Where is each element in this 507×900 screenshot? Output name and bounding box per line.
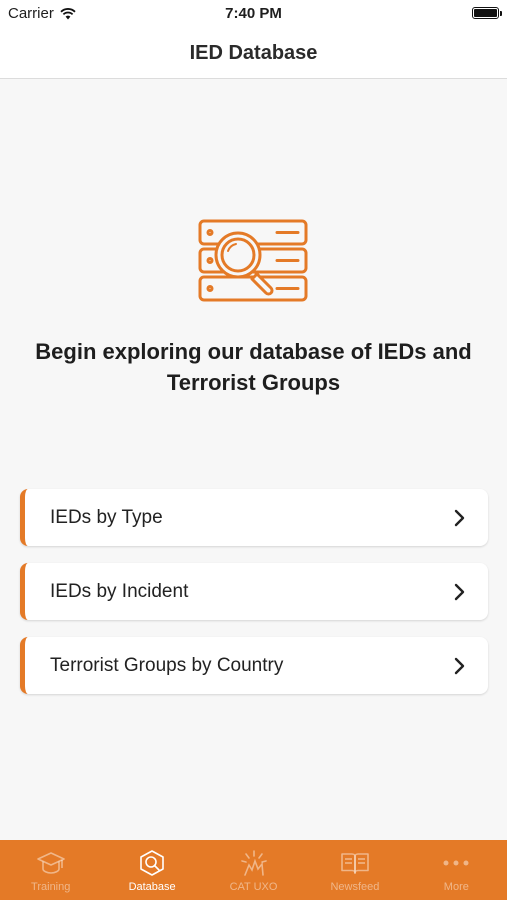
menu-item-label: IEDs by Incident — [50, 580, 189, 602]
tab-newsfeed[interactable]: Newsfeed — [304, 840, 405, 900]
menu-item-terrorist-groups-by-country[interactable]: Terrorist Groups by Country — [20, 637, 488, 694]
page-title: IED Database — [189, 41, 318, 64]
status-right — [472, 7, 502, 19]
tab-cat-uxo[interactable]: CAT UXO — [203, 840, 304, 900]
explosion-icon — [240, 850, 267, 876]
status-time: 7:40 PM — [225, 5, 282, 22]
book-icon — [341, 853, 369, 874]
chevron-right-icon — [454, 509, 465, 526]
tab-label: Training — [31, 881, 71, 893]
tab-label: CAT UXO — [229, 881, 278, 893]
menu-item-label: Terrorist Groups by Country — [50, 654, 284, 676]
tab-label: Database — [128, 881, 176, 893]
database-icon — [140, 850, 164, 876]
battery-icon — [472, 7, 502, 19]
graduation-cap-icon — [36, 852, 65, 874]
status-bar: Carrier 7:40 PM — [0, 0, 507, 28]
tab-label: More — [443, 881, 469, 893]
tab-bar: Training Database CAT UXO Newsfeed More — [0, 840, 507, 900]
menu-item-ieds-by-type[interactable]: IEDs by Type — [20, 489, 488, 546]
chevron-right-icon — [454, 657, 465, 674]
chevron-right-icon — [454, 583, 465, 600]
navigation-bar: IED Database — [0, 28, 507, 79]
tab-training[interactable]: Training — [0, 840, 101, 900]
database-search-icon — [198, 219, 308, 302]
menu-item-label: IEDs by Type — [50, 506, 163, 528]
tab-more[interactable]: More — [406, 840, 507, 900]
hero-heading: Begin exploring our database of IEDs and… — [35, 339, 472, 395]
menu-item-ieds-by-incident[interactable]: IEDs by Incident — [20, 563, 488, 620]
tab-label: Newsfeed — [330, 881, 380, 893]
tab-database[interactable]: Database — [101, 840, 202, 900]
more-dots-icon — [443, 860, 469, 866]
